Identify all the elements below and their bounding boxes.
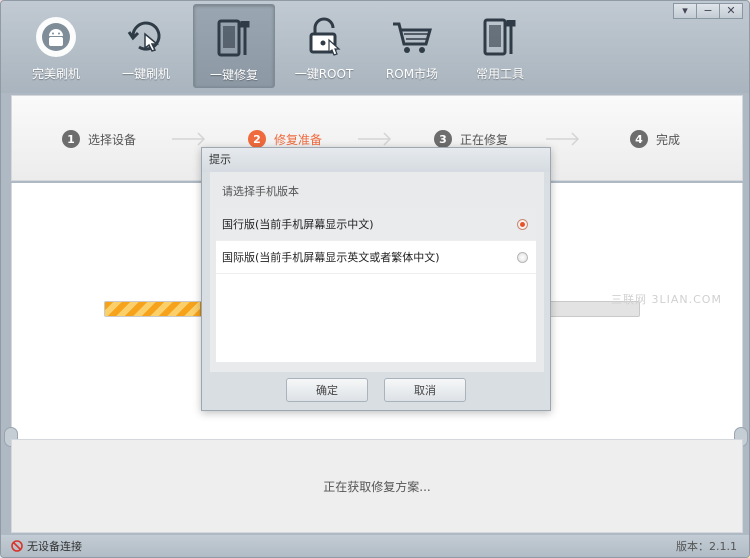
dialog-prompt: 请选择手机版本 (210, 172, 544, 208)
fetching-status: 正在获取修复方案... (323, 479, 431, 494)
version-dialog: 提示 请选择手机版本 国行版(当前手机屏幕显示中文) 国际版(当前手机屏幕显示英… (201, 147, 551, 411)
arrow-right-icon (172, 132, 206, 146)
option-label: 国际版(当前手机屏幕显示英文或者繁体中文) (222, 251, 440, 264)
step-number: 2 (248, 130, 266, 148)
tools-icon (483, 18, 516, 56)
ok-button[interactable]: 确定 (286, 378, 368, 402)
tool-perfect-flash[interactable]: 完美刷机 (15, 4, 97, 88)
step-4: 4 完成 (630, 130, 680, 148)
step-1: 1 选择设备 (62, 130, 136, 148)
tool-rom-market[interactable]: ROM市场 (371, 4, 453, 88)
step-number: 1 (62, 130, 80, 148)
tool-label: 一键ROOT (294, 67, 354, 81)
option-international-version[interactable]: 国际版(当前手机屏幕显示英文或者繁体中文) (216, 241, 536, 274)
step-label: 选择设备 (88, 132, 137, 147)
window-controls: ▾ − ✕ (673, 3, 743, 19)
minimize-button[interactable]: − (696, 3, 720, 19)
cancel-button[interactable]: 取消 (384, 378, 466, 402)
menu-button[interactable]: ▾ (673, 3, 697, 19)
dialog-title: 提示 (202, 148, 550, 172)
tool-common-tools[interactable]: 常用工具 (459, 4, 541, 88)
step-label: 完成 (656, 132, 681, 147)
step-label: 修复准备 (274, 132, 323, 147)
step-2: 2 修复准备 (248, 130, 322, 148)
tool-label: 一键修复 (209, 68, 258, 82)
close-button[interactable]: ✕ (719, 3, 743, 19)
tool-label: 常用工具 (475, 67, 524, 81)
version-label: 版本：2.1.1 (676, 540, 737, 553)
bottom-panel: 正在获取修复方案... (11, 439, 743, 533)
tool-label: ROM市场 (385, 67, 439, 81)
tool-one-click-root[interactable]: 一键ROOT (283, 4, 365, 88)
phone-wrench-icon (217, 19, 250, 57)
arrow-right-icon (546, 132, 580, 146)
radio-selected-icon[interactable] (517, 218, 528, 230)
step-number: 4 (630, 130, 648, 148)
arrow-right-icon (358, 132, 392, 146)
app-window: 完美刷机 一键刷机 一键修复 一键ROOT ROM市场 常用工具 ▾ − ✕ 1… (0, 0, 750, 558)
device-status: 无设备连接 (11, 538, 82, 554)
tool-label: 一键刷机 (121, 67, 170, 81)
no-device-icon (11, 540, 23, 552)
touch-refresh-icon (127, 21, 161, 52)
radio-unselected-icon[interactable] (517, 251, 528, 263)
lock-icon (309, 17, 341, 56)
tool-one-click-repair[interactable]: 一键修复 (193, 4, 275, 88)
step-label: 正在修复 (460, 132, 509, 147)
version-option-list: 国行版(当前手机屏幕显示中文) 国际版(当前手机屏幕显示英文或者繁体中文) (216, 208, 536, 362)
dialog-buttons: 确定 取消 (202, 378, 550, 402)
option-label: 国行版(当前手机屏幕显示中文) (222, 218, 374, 231)
dialog-panel: 请选择手机版本 国行版(当前手机屏幕显示中文) 国际版(当前手机屏幕显示英文或者… (210, 172, 544, 372)
tool-label: 完美刷机 (31, 67, 80, 81)
option-china-version[interactable]: 国行版(当前手机屏幕显示中文) (216, 208, 536, 241)
step-3: 3 正在修复 (434, 130, 508, 148)
tool-one-click-flash[interactable]: 一键刷机 (105, 4, 187, 88)
android-refresh-icon (36, 17, 76, 57)
status-bar: 无设备连接 版本：2.1.1 (1, 535, 749, 557)
cart-icon (393, 22, 432, 53)
top-toolbar: 完美刷机 一键刷机 一键修复 一键ROOT ROM市场 常用工具 ▾ − ✕ (1, 1, 749, 93)
device-status-text: 无设备连接 (27, 540, 82, 553)
progress-fill (105, 302, 202, 316)
watermark: 三联网 3LIAN.COM (611, 293, 722, 306)
step-number: 3 (434, 130, 452, 148)
